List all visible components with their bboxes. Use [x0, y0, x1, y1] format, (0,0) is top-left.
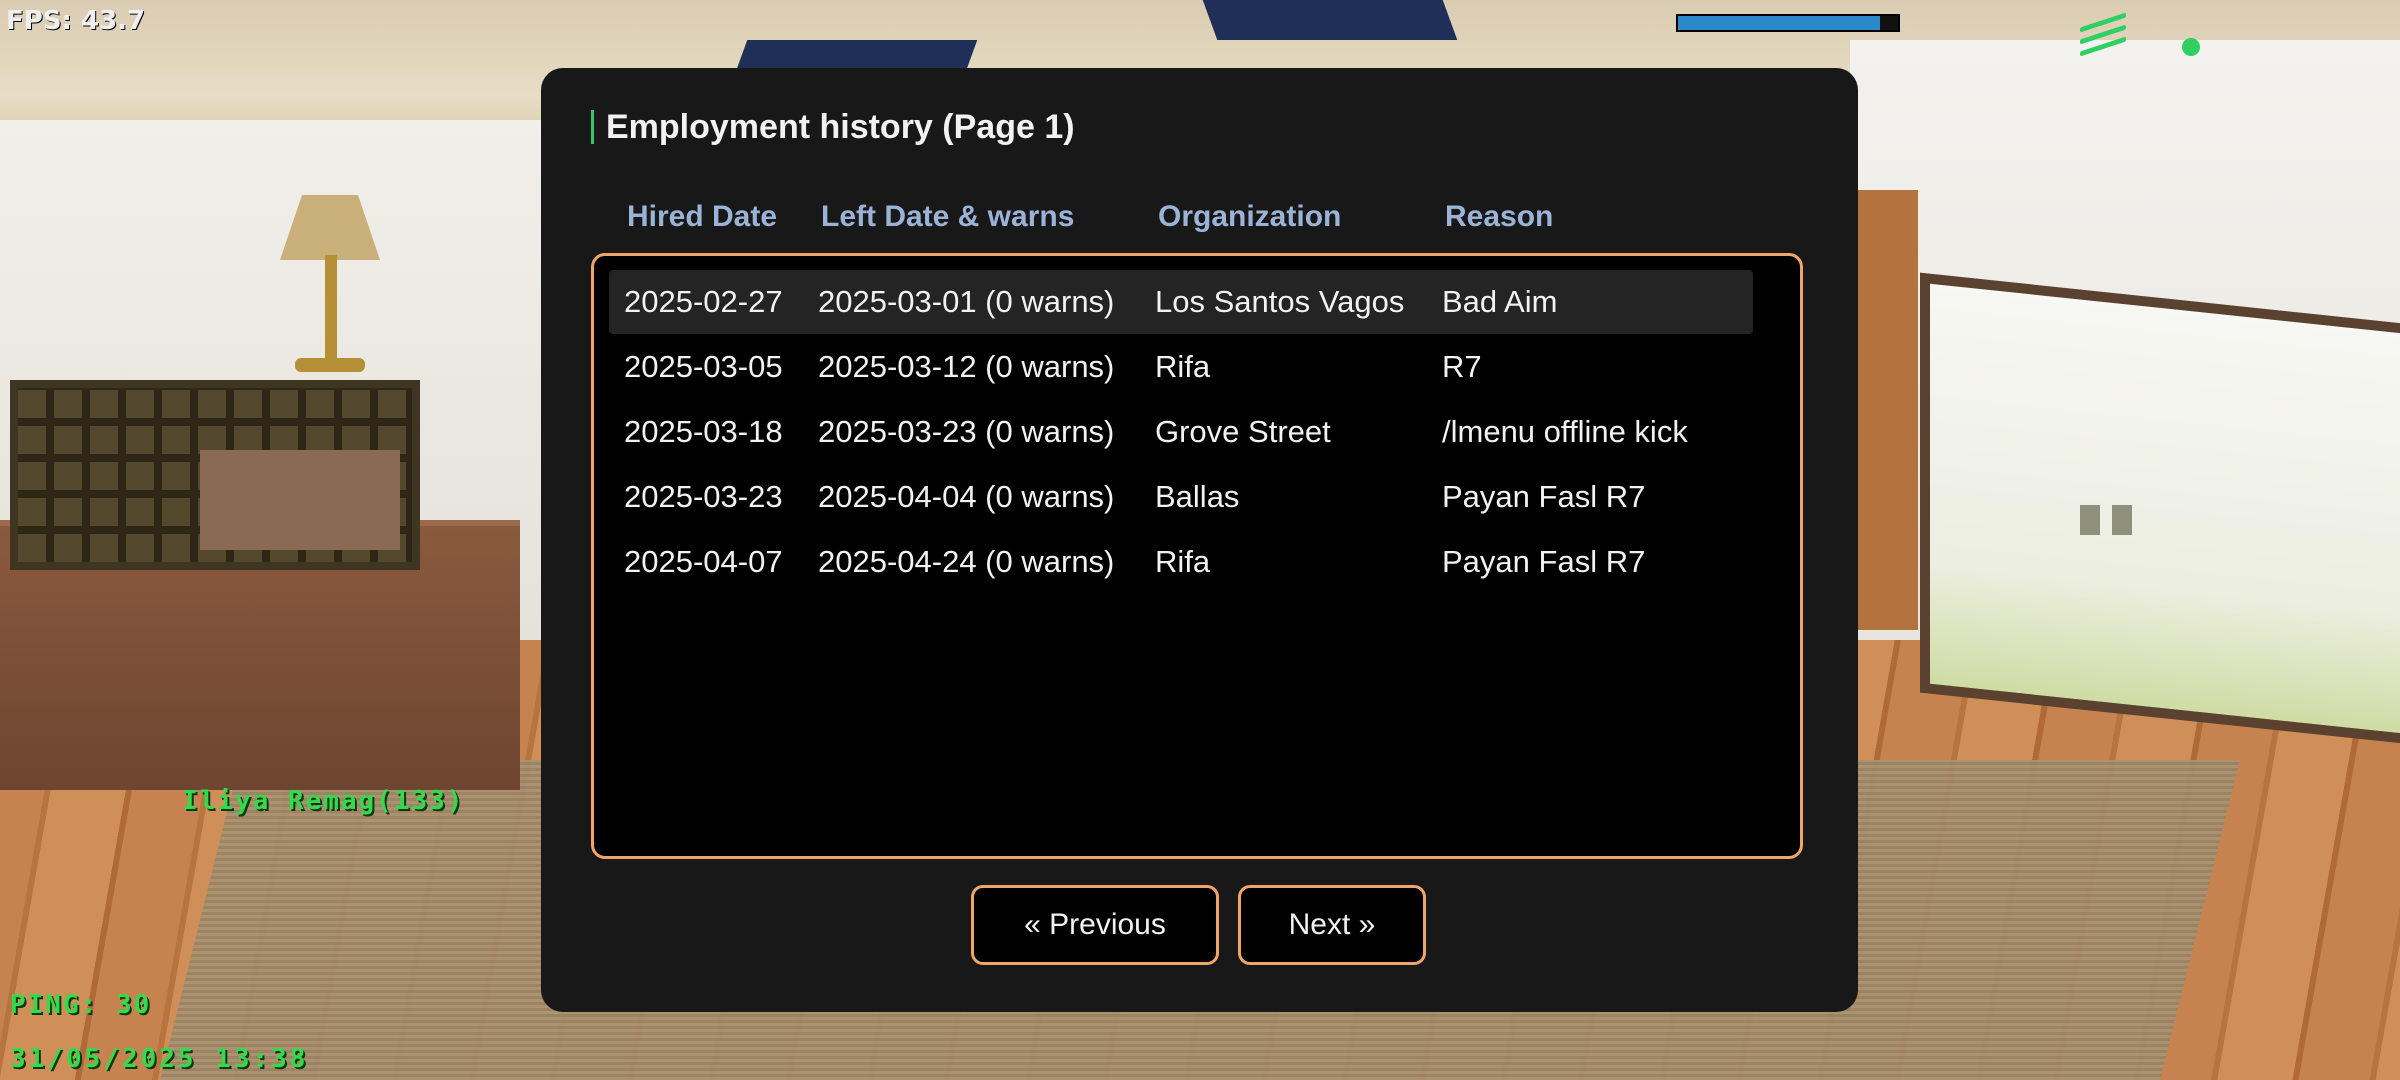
wall-pillar [1858, 190, 1918, 630]
table-row[interactable]: 2025-03-23 2025-04-04 (0 warns) Ballas P… [609, 465, 1753, 529]
wardrobe-handle [2080, 505, 2100, 535]
health-bar-fill [1678, 16, 1881, 30]
dialog-title-text: Employment history (Page 1) [606, 107, 1075, 146]
server-logo-icon [2080, 12, 2220, 60]
reason-cell: Payan Fasl R7 [1442, 544, 1646, 579]
status-dot [2182, 38, 2200, 56]
lamp-base [295, 358, 365, 372]
left-date-cell: 2025-03-12 (0 warns) [818, 349, 1115, 384]
wardrobe [1920, 272, 2400, 748]
wardrobe-handle [2112, 505, 2132, 535]
reason-cell: Payan Fasl R7 [1442, 479, 1646, 514]
left-date-cell: 2025-03-01 (0 warns) [818, 284, 1115, 319]
hired-date-cell: 2025-03-23 [624, 479, 783, 514]
hired-date-cell: 2025-03-18 [624, 414, 783, 449]
hired-date-cell: 2025-02-27 [624, 284, 783, 319]
left-date-cell: 2025-04-04 (0 warns) [818, 479, 1115, 514]
hired-date-cell: 2025-03-05 [624, 349, 783, 384]
fps-counter: FPS: 43.7 [6, 6, 146, 36]
dialog-title: Employment history (Page 1) [591, 104, 1075, 150]
organization-cell: Ballas [1155, 479, 1240, 514]
player-nametag: Iliya Remag(133) [182, 786, 465, 816]
table-row[interactable]: 2025-04-07 2025-04-24 (0 warns) Rifa Pay… [609, 530, 1753, 594]
ceiling-beam [1202, 0, 1458, 40]
history-list[interactable]: 2025-02-27 2025-03-01 (0 warns) Los Sant… [591, 253, 1803, 859]
organization-cell: Rifa [1155, 349, 1211, 384]
reason-cell: R7 [1442, 349, 1482, 384]
lamp-stem [325, 255, 337, 365]
hired-date-cell: 2025-04-07 [624, 544, 783, 579]
employment-history-dialog: Employment history (Page 1) Hired Date L… [541, 68, 1858, 1012]
organization-cell: Rifa [1155, 544, 1211, 579]
cushion [200, 450, 400, 550]
table-row[interactable]: 2025-03-05 2025-03-12 (0 warns) Rifa R7 [609, 335, 1753, 399]
previous-page-button[interactable]: « Previous [971, 885, 1219, 965]
column-header-hired-date: Hired Date [627, 200, 778, 233]
table-row[interactable]: 2025-02-27 2025-03-01 (0 warns) Los Sant… [609, 270, 1753, 334]
left-date-cell: 2025-03-23 (0 warns) [818, 414, 1115, 449]
left-date-cell: 2025-04-24 (0 warns) [818, 544, 1115, 579]
organization-cell: Los Santos Vagos [1155, 284, 1405, 319]
date-time-readout: 31/05/2025 13:38 [10, 1044, 309, 1074]
health-bar [1676, 14, 1900, 32]
organization-cell: Grove Street [1155, 414, 1331, 449]
column-header-left-date: Left Date & warns [821, 200, 1075, 233]
table-row[interactable]: 2025-03-18 2025-03-23 (0 warns) Grove St… [609, 400, 1753, 464]
column-header-reason: Reason [1445, 200, 1554, 233]
reason-cell: /lmenu offline kick [1442, 414, 1688, 449]
title-accent-bar [591, 110, 594, 144]
column-header-organization: Organization [1158, 200, 1342, 233]
next-page-button[interactable]: Next » [1238, 885, 1426, 965]
ping-readout: PING: 30 [10, 990, 152, 1020]
reason-cell: Bad Aim [1442, 284, 1558, 319]
